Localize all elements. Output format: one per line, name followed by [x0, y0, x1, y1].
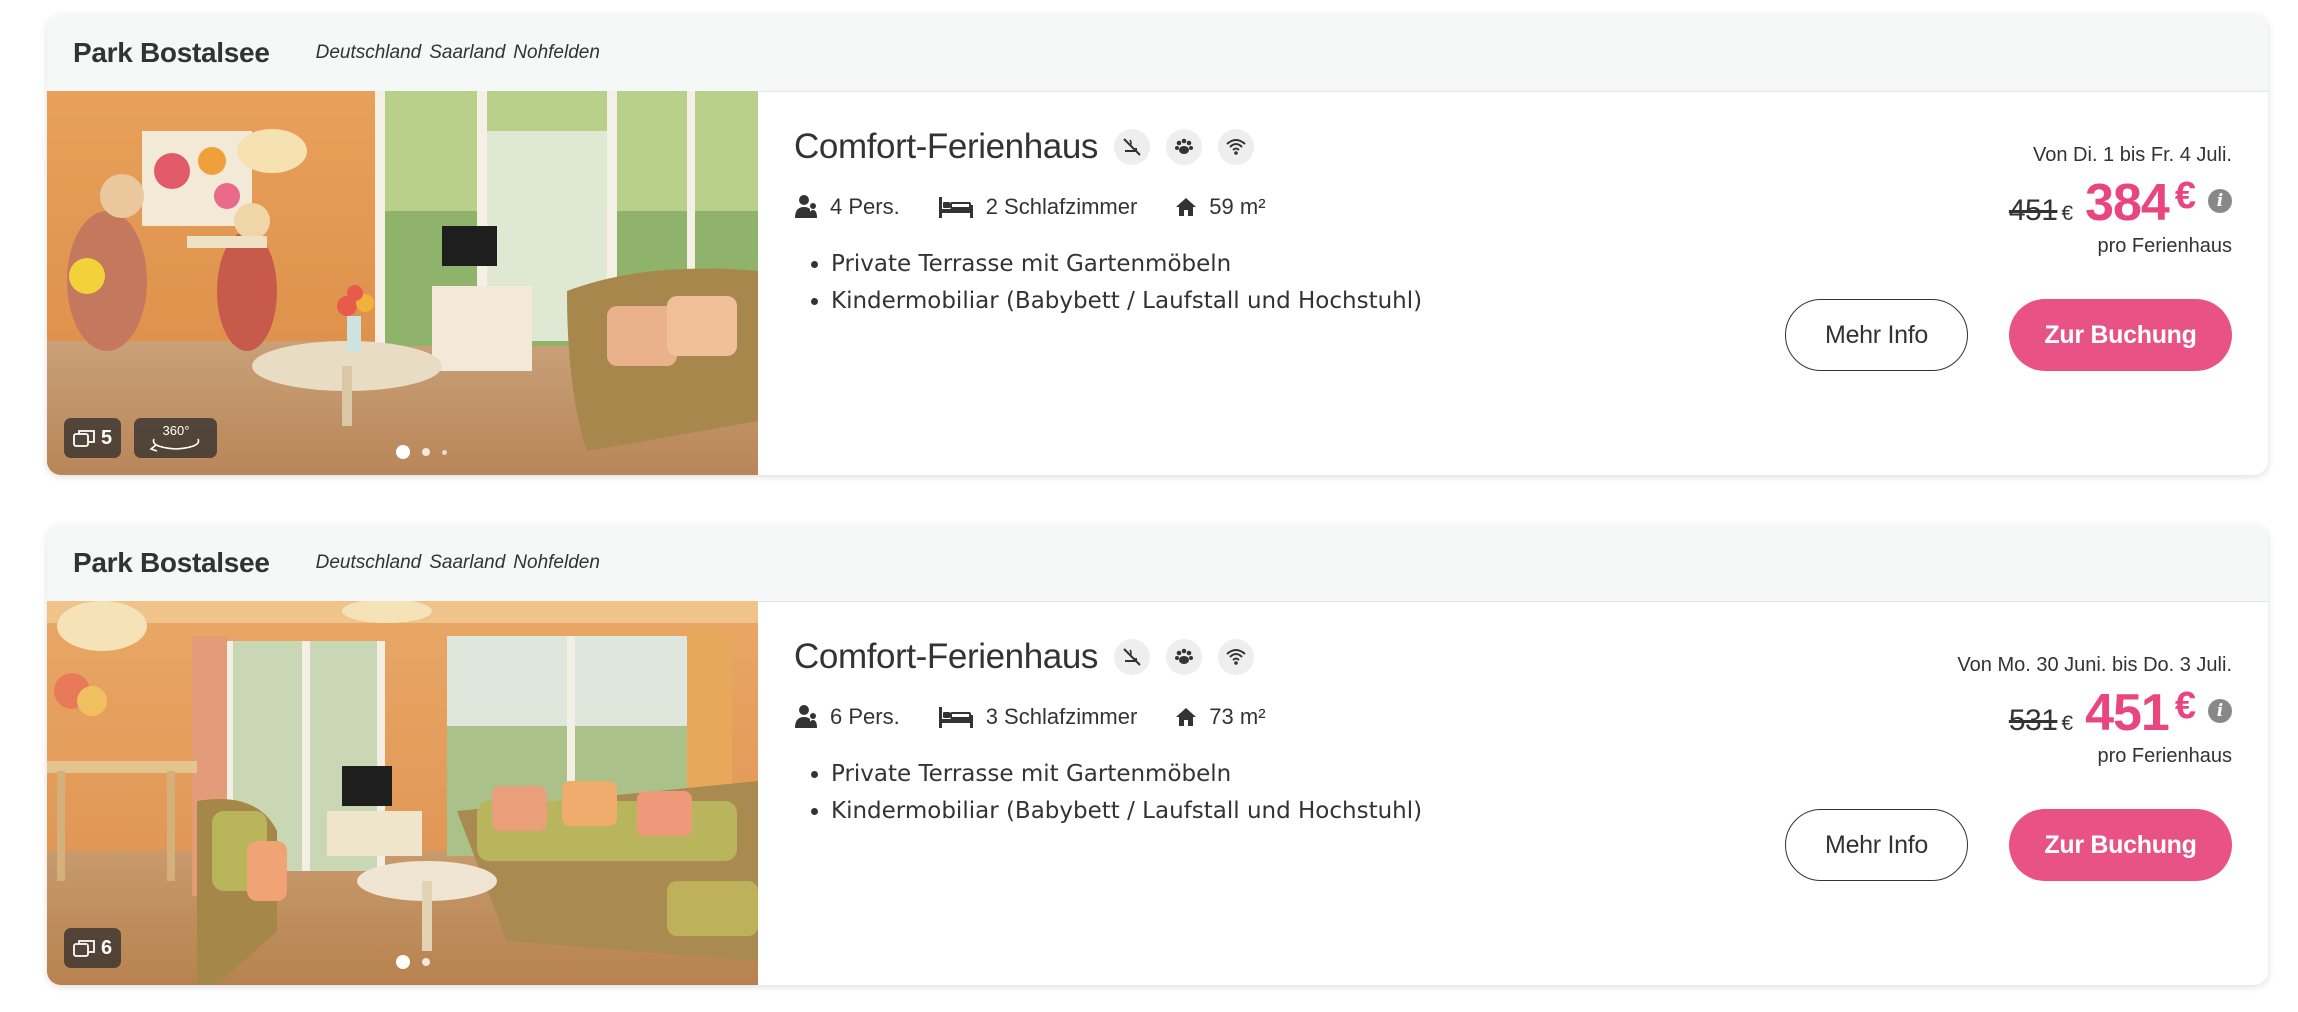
specs-row: 6 Pers. 3 Schlafzimmer 73 m² [794, 704, 1304, 730]
carousel-dot[interactable] [422, 958, 430, 966]
no-smoking-icon [1114, 129, 1151, 165]
gallery-icon [73, 430, 95, 447]
bed-icon [938, 197, 973, 218]
persons-icon [795, 195, 817, 218]
listing-content: Comfort-Ferienhaus 6 Pers. 3 Schlafzimme… [794, 601, 2268, 985]
location-region: Saarland [429, 552, 506, 573]
feature-item: Private Terrasse mit Gartenmöbeln [831, 246, 1422, 283]
park-name[interactable]: Park Bostalsee [73, 37, 270, 69]
features-list: Private Terrasse mit Gartenmöbeln Kinder… [794, 756, 1422, 830]
listing-card: Park Bostalsee Deutschland Saarland Nohf… [47, 15, 2268, 475]
spec-persons: 6 Pers. [794, 704, 900, 730]
pano-360-button[interactable]: 360° [134, 418, 217, 458]
spec-bedrooms: 2 Schlafzimmer [938, 194, 1138, 220]
gallery-icon [73, 940, 95, 957]
location-country: Deutschland [315, 552, 422, 573]
pano-label: 360° [162, 423, 189, 438]
photo-count-badge[interactable]: 6 [64, 928, 122, 968]
spec-persons: 4 Pers. [794, 194, 900, 220]
spec-area: 59 m² [1175, 194, 1266, 220]
listing-photo[interactable]: 6 [47, 601, 758, 985]
new-price-currency: € [2174, 175, 2196, 217]
house-icon [1176, 708, 1197, 726]
persons-value: 6 Pers. [830, 704, 900, 729]
area-value: 59 m² [1209, 194, 1266, 219]
pets-allowed-icon [1166, 639, 1203, 675]
new-price: 451 [2085, 684, 2170, 742]
old-price: 531 [2008, 704, 2058, 737]
location-city: Nohfelden [513, 42, 600, 63]
photo-count: 5 [101, 426, 113, 449]
area-value: 73 m² [1209, 704, 1266, 729]
rotate-360-icon: 360° [148, 423, 199, 452]
old-price: 451 [2008, 194, 2058, 227]
carousel-dot[interactable] [442, 449, 447, 455]
living-room-photo [47, 601, 758, 985]
date-range: Von Di. 1 bis Fr. 4 Juli. [2033, 144, 2232, 166]
listing-card: Park Bostalsee Deutschland Saarland Nohf… [47, 525, 2268, 985]
park-name[interactable]: Park Bostalsee [73, 547, 270, 579]
listing-content: Comfort-Ferienhaus 4 Pers. 2 Schlafzimme… [794, 91, 2268, 475]
listing-title[interactable]: Comfort-Ferienhaus [794, 637, 1098, 677]
price-row: 451 € 384 € i [2009, 173, 2232, 233]
new-price-currency: € [2174, 685, 2196, 727]
date-range: Von Mo. 30 Juni. bis Do. 3 Juli. [1957, 654, 2232, 676]
more-info-button[interactable]: Mehr Info [1785, 299, 1968, 371]
location-country: Deutschland [315, 42, 422, 63]
listing-photo[interactable]: 5 360° [47, 91, 758, 475]
price-row: 531 € 451 € i [1957, 683, 2232, 743]
bed-icon [938, 707, 973, 728]
card-header: Park Bostalsee Deutschland Saarland Nohf… [47, 15, 2268, 92]
book-button[interactable]: Zur Buchung [2009, 299, 2232, 371]
bedrooms-value: 2 Schlafzimmer [985, 194, 1138, 219]
carousel-dots [396, 955, 430, 969]
bedrooms-value: 3 Schlafzimmer [985, 704, 1138, 729]
per-unit: pro Ferienhaus [2097, 235, 2232, 257]
more-info-button[interactable]: Mehr Info [1785, 809, 1968, 881]
location: Deutschland Saarland Nohfelden [316, 552, 600, 574]
carousel-dots [396, 445, 447, 459]
pricing: Von Mo. 30 Juni. bis Do. 3 Juli. 531 € 4… [1957, 654, 2232, 768]
persons-icon [795, 705, 817, 728]
persons-value: 4 Pers. [830, 194, 900, 219]
per-unit: pro Ferienhaus [2097, 745, 2232, 767]
feature-item: Kindermobiliar (Babybett / Laufstall und… [831, 793, 1422, 830]
info-icon[interactable]: i [2208, 189, 2232, 213]
pets-allowed-icon [1166, 129, 1203, 165]
specs-row: 4 Pers. 2 Schlafzimmer 59 m² [794, 194, 1304, 220]
carousel-dot-active[interactable] [396, 955, 410, 969]
title-row: Comfort-Ferienhaus [794, 637, 1255, 677]
location-region: Saarland [429, 42, 506, 63]
carousel-dot[interactable] [422, 448, 430, 456]
feature-item: Kindermobiliar (Babybett / Laufstall und… [831, 283, 1422, 320]
card-header: Park Bostalsee Deutschland Saarland Nohf… [47, 525, 2268, 602]
wifi-icon [1218, 129, 1255, 165]
listing-title[interactable]: Comfort-Ferienhaus [794, 127, 1098, 167]
feature-item: Private Terrasse mit Gartenmöbeln [831, 756, 1422, 793]
photo-count-badge[interactable]: 5 [64, 418, 122, 458]
info-icon[interactable]: i [2208, 699, 2232, 723]
spec-area: 73 m² [1175, 704, 1266, 730]
spec-bedrooms: 3 Schlafzimmer [938, 704, 1138, 730]
old-price-currency: € [2061, 202, 2074, 225]
photo-count: 6 [101, 936, 113, 959]
features-list: Private Terrasse mit Gartenmöbeln Kinder… [794, 246, 1422, 320]
no-smoking-icon [1114, 639, 1151, 675]
wifi-icon [1218, 639, 1255, 675]
old-price-currency: € [2061, 712, 2074, 735]
carousel-dot-active[interactable] [396, 445, 410, 459]
pricing: Von Di. 1 bis Fr. 4 Juli. 451 € 384 € i … [2009, 144, 2232, 258]
new-price: 384 [2085, 174, 2170, 232]
house-icon [1176, 198, 1197, 216]
book-button[interactable]: Zur Buchung [2009, 809, 2232, 881]
location-city: Nohfelden [513, 552, 600, 573]
title-row: Comfort-Ferienhaus [794, 127, 1255, 167]
location: Deutschland Saarland Nohfelden [316, 42, 600, 64]
